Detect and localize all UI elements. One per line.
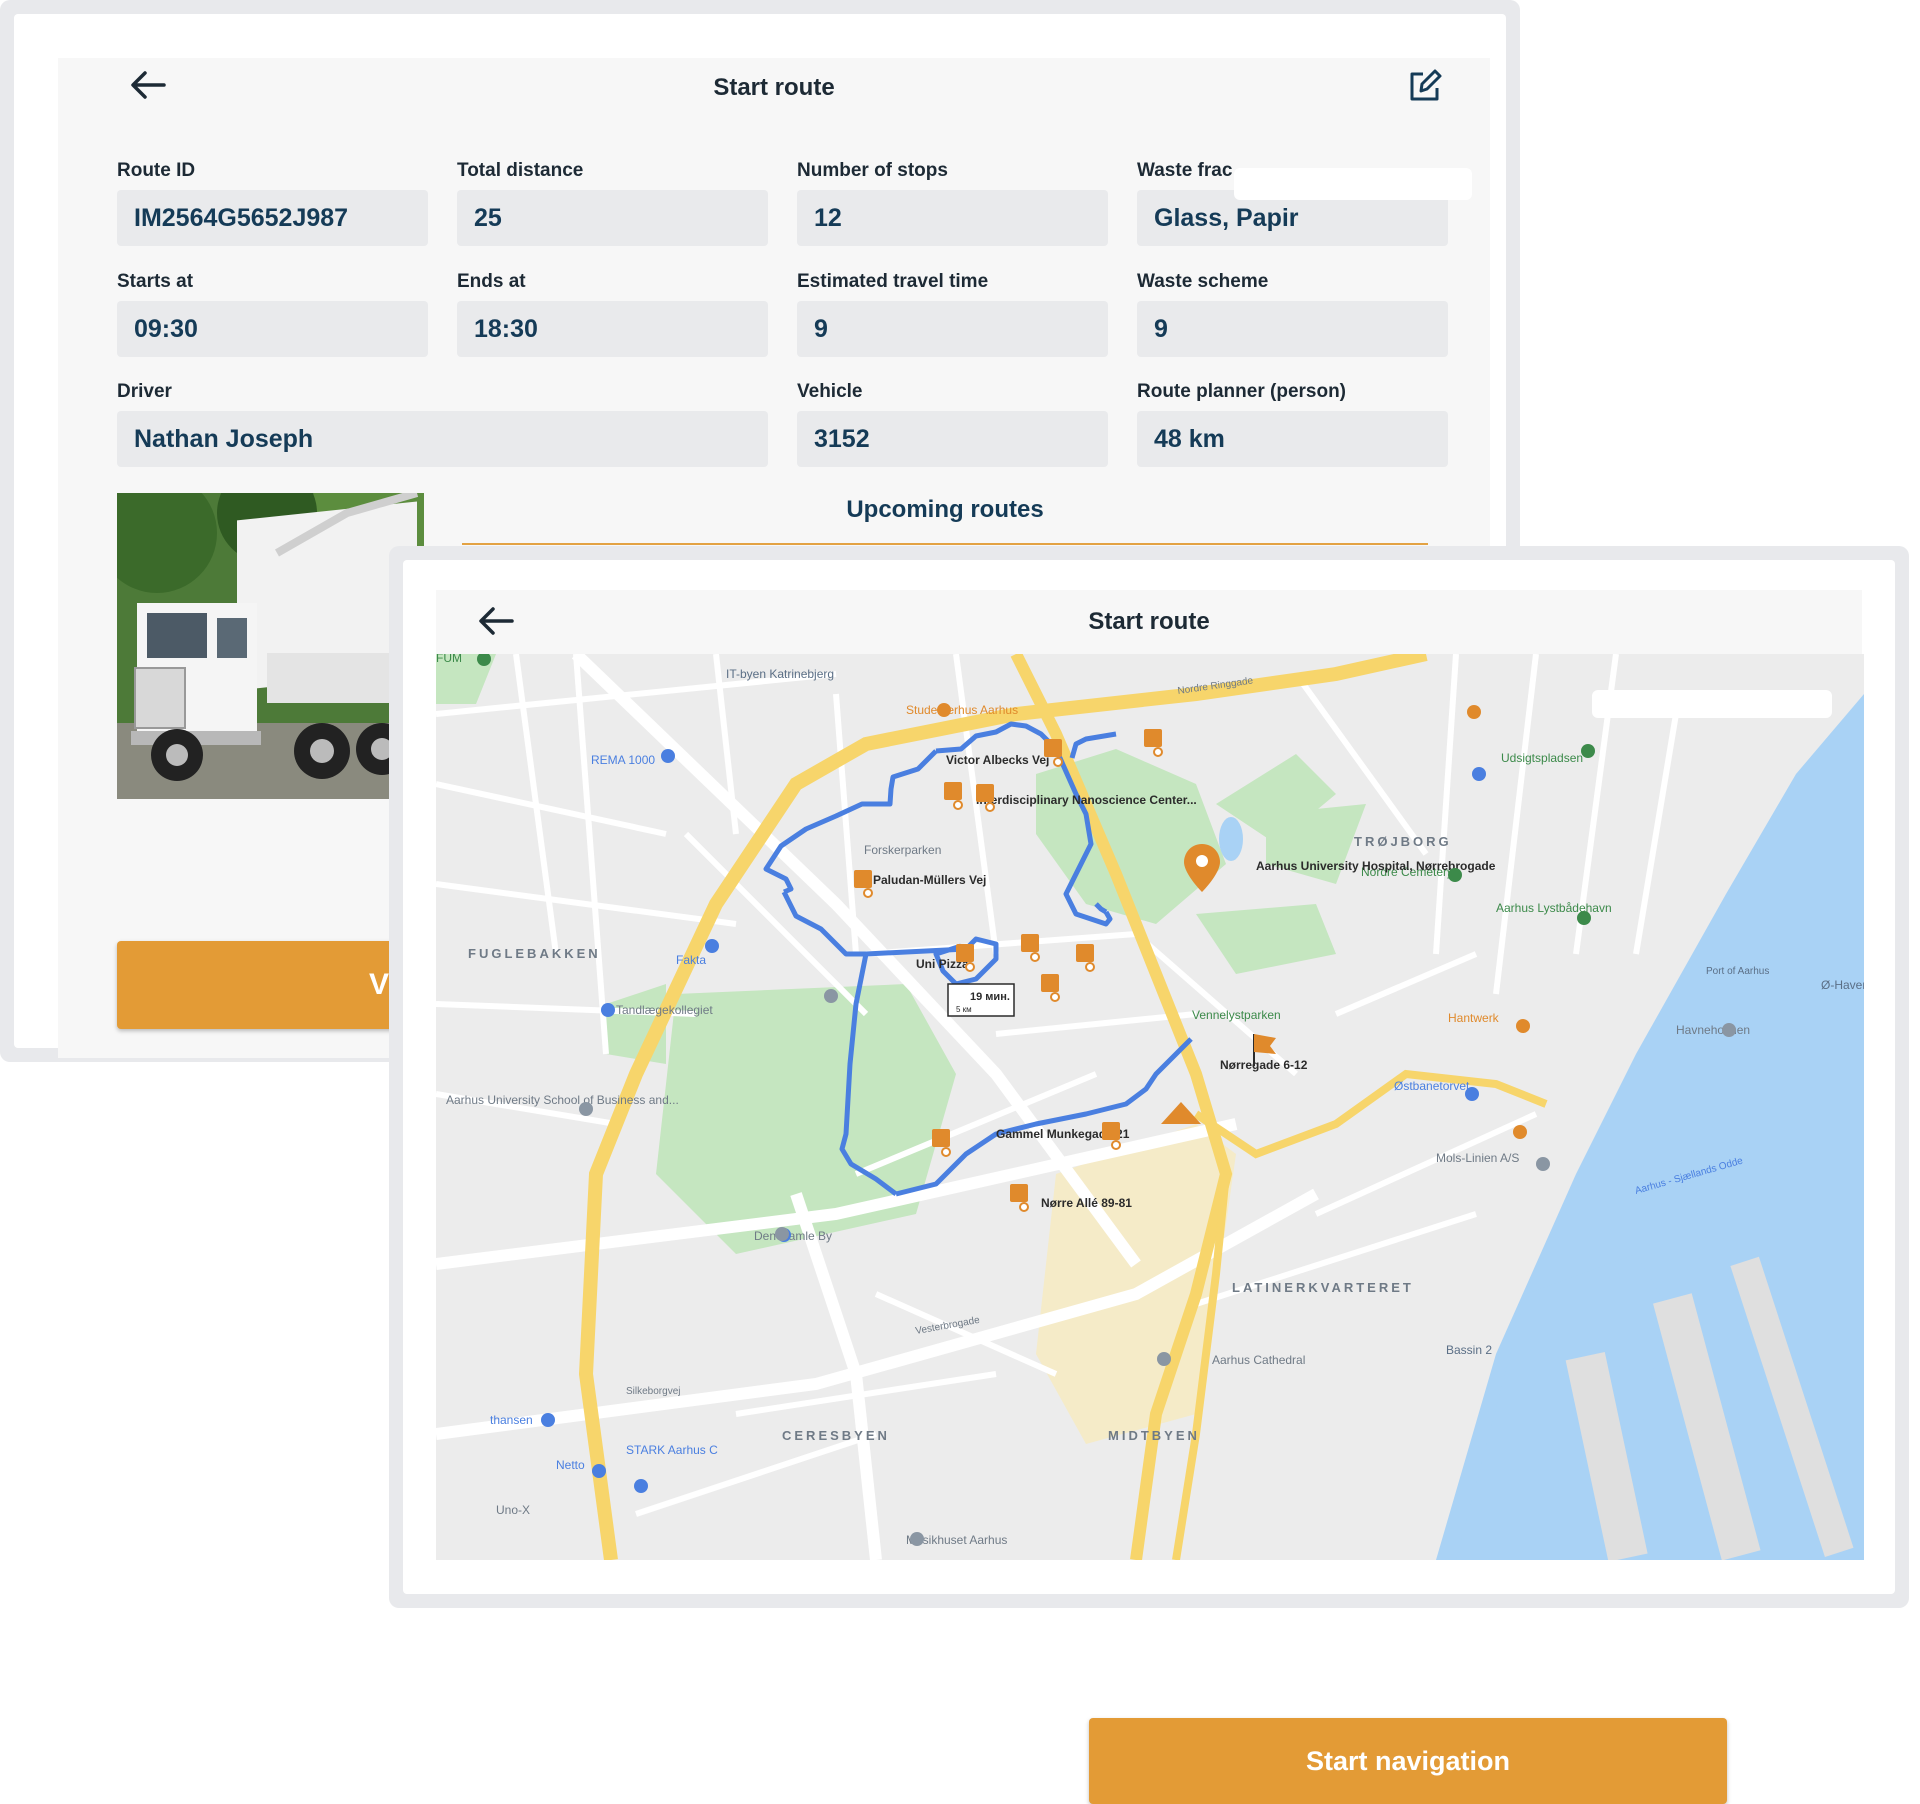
poi-label: STARK Aarhus C [626, 1443, 718, 1457]
poi-pin-icon [579, 1102, 593, 1116]
district-label: MIDTBYEN [1108, 1428, 1200, 1443]
driver-field[interactable]: Nathan Joseph [117, 411, 768, 467]
poi-pin-icon [910, 1532, 924, 1546]
estimated-travel-time-label: Estimated travel time [797, 271, 989, 292]
map-window: Start route TRØJBORG FUGLEBAKKEN LATINER… [389, 546, 1909, 1804]
poi-label: Aarhus University School of Business and… [446, 1093, 679, 1107]
number-of-stops-field[interactable]: 12 [797, 190, 1108, 246]
poi-pin-icon [592, 1464, 606, 1478]
poi-label: Den Gamle By [754, 1229, 832, 1243]
upcoming-routes-title: Upcoming routes [846, 496, 1044, 523]
waste-fraction-label: Waste frac [1137, 160, 1233, 181]
map-header: Start route [436, 590, 1862, 654]
total-distance-field[interactable]: 25 [457, 190, 768, 246]
stop-label: Victor Albecks Vej [946, 753, 1049, 767]
poi-pin-icon [824, 989, 838, 1003]
route-planner-field[interactable]: 48 km [1137, 411, 1448, 467]
district-label: CERESBYEN [782, 1428, 890, 1443]
poi-label: Udsigtspladsen [1501, 751, 1583, 765]
poi-label: Aarhus Cathedral [1212, 1353, 1305, 1367]
redaction-patch [1592, 690, 1832, 718]
poi-label: Ø-Haven [1821, 978, 1864, 992]
poi-label: IT-byen Katrinebjerg [726, 667, 834, 681]
poi-pin-icon [1513, 1125, 1527, 1139]
poi-pin-icon [1472, 767, 1486, 781]
stop-label: Interdisciplinary Nanoscience Center... [976, 793, 1197, 807]
waste-scheme-label: Waste scheme [1137, 271, 1269, 292]
eta-distance: 5 км [956, 1005, 972, 1014]
vehicle-field[interactable]: 3152 [797, 411, 1108, 467]
number-of-stops-label: Number of stops [797, 160, 948, 181]
vehicle-photo [117, 493, 424, 799]
poi-pin-icon [937, 703, 951, 717]
waste-scheme-field[interactable]: 9 [1137, 301, 1448, 357]
poi-label: Forskerparken [864, 843, 941, 857]
street-label: Silkeborgvej [626, 1386, 680, 1397]
route-id-field[interactable]: IM2564G5652J987 [117, 190, 428, 246]
park-pin-icon [1581, 744, 1595, 758]
ends-at-label: Ends at [457, 271, 526, 292]
poi-pin-icon [634, 1479, 648, 1493]
poi-label: thansen [490, 1413, 533, 1427]
poi-label: Mols-Linien A/S [1436, 1151, 1519, 1165]
page-title: Start route [1088, 608, 1210, 635]
district-label: FUGLEBAKKEN [468, 946, 601, 961]
poi-pin-icon [1465, 1087, 1479, 1101]
redaction-patch [1234, 168, 1472, 200]
poi-pin-icon [1157, 1352, 1171, 1366]
poi-label: Havneholmen [1676, 1023, 1750, 1037]
poi-pin-icon [661, 749, 675, 763]
poi-label: Port of Aarhus [1706, 966, 1769, 977]
poi-pin-icon [775, 1227, 789, 1241]
page-title: Start route [713, 74, 835, 101]
poi-label: Fakta [676, 953, 706, 967]
poi-label: Vennelystparken [1192, 1008, 1281, 1022]
route-planner-label: Route planner (person) [1137, 381, 1347, 402]
poi-pin-icon [1467, 705, 1481, 719]
poi-label: Aarhus Lystbådehavn [1496, 901, 1612, 915]
vehicle-label: Vehicle [797, 381, 863, 402]
start-navigation-button[interactable]: Start navigation [1089, 1718, 1727, 1804]
stop-label: Paludan-Müllers Vej [873, 873, 986, 887]
eta-box: 19 мин. 5 км [947, 983, 1015, 1017]
stop-label: Nørregade 6-12 [1220, 1058, 1308, 1072]
starts-at-field[interactable]: 09:30 [117, 301, 428, 357]
district-label: LATINERKVARTERET [1232, 1280, 1414, 1295]
poi-label: Netto [556, 1458, 585, 1472]
upcoming-routes-divider [462, 543, 1428, 545]
driver-label: Driver [117, 381, 172, 402]
poi-pin-icon [705, 939, 719, 953]
park-pin-icon [1577, 911, 1591, 925]
poi-label: Tandlægekollegiet [616, 1003, 713, 1017]
poi-label: REMA 1000 [591, 753, 655, 767]
poi-label: Studenterhus Aarhus [906, 703, 1018, 717]
eta-time: 19 мин. [970, 991, 1010, 1003]
poi-label: Uno-X [496, 1503, 530, 1517]
route-id-label: Route ID [117, 160, 196, 181]
poi-label: Bassin 2 [1446, 1343, 1492, 1357]
total-distance-label: Total distance [457, 160, 584, 181]
poi-pin-icon [1722, 1023, 1736, 1037]
poi-pin-icon [601, 1003, 615, 1017]
route-map[interactable]: TRØJBORG FUGLEBAKKEN LATINERKVARTERET CE… [436, 654, 1864, 1560]
map-window-frame: Start route TRØJBORG FUGLEBAKKEN LATINER… [403, 560, 1895, 1804]
poi-label: Østbanetorvet [1394, 1079, 1470, 1093]
edit-icon[interactable] [1407, 68, 1443, 104]
park-pin-icon [1448, 868, 1462, 882]
stop-label: Nørre Allé 89-81 [1041, 1196, 1132, 1210]
district-label: TRØJBORG [1354, 834, 1452, 849]
poi-pin-icon [1536, 1157, 1550, 1171]
starts-at-label: Starts at [117, 271, 194, 292]
estimated-travel-time-field[interactable]: 9 [797, 301, 1108, 357]
poi-pin-icon [541, 1413, 555, 1427]
poi-pin-icon [1516, 1019, 1530, 1033]
ends-at-field[interactable]: 18:30 [457, 301, 768, 357]
poi-label: Hantwerk [1448, 1011, 1500, 1025]
lake [1219, 817, 1243, 861]
poi-label: FUM [436, 654, 462, 665]
